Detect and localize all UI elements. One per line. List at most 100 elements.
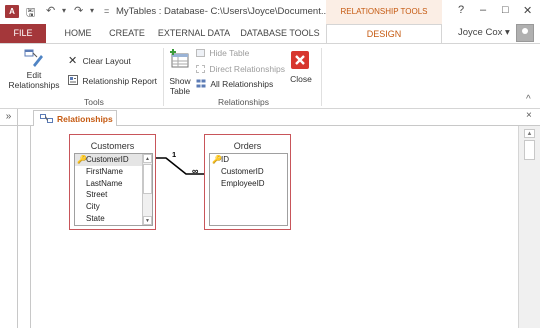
field-item[interactable]: Street <box>75 189 152 201</box>
hide-table-button[interactable]: Hide Table <box>196 48 249 58</box>
field-item[interactable]: 🔑 CustomerID <box>75 154 152 166</box>
report-icon <box>68 75 78 85</box>
contextual-tab-group-label: RELATIONSHIP TOOLS <box>326 0 442 24</box>
field-name: City <box>86 202 100 212</box>
table-title[interactable]: Orders <box>205 141 290 151</box>
close-label: Close <box>290 74 312 84</box>
field-item[interactable]: City <box>75 201 152 213</box>
edit-relationships-icon <box>24 49 43 67</box>
tab-design[interactable]: DESIGN <box>326 24 442 43</box>
close-window-button[interactable]: ✕ <box>523 4 532 17</box>
direct-relationships-button[interactable]: Direct Relationships <box>196 64 285 74</box>
field-name: ID <box>221 155 229 164</box>
tab-home[interactable]: HOME <box>56 24 100 43</box>
field-name: CustomerID <box>221 166 264 176</box>
clear-layout-icon: ✕ <box>68 55 78 67</box>
group-separator <box>163 48 164 106</box>
collapsed-navigation-pane[interactable] <box>0 126 18 328</box>
user-name: Joyce Cox <box>458 27 503 38</box>
relationships-tab-label: Relationships <box>57 114 113 124</box>
relationships-icon <box>40 114 53 123</box>
show-table-icon <box>170 49 189 68</box>
field-name: EmployeeID <box>221 178 265 188</box>
all-relationships-icon <box>196 79 206 88</box>
hide-table-icon <box>196 49 205 57</box>
access-app-icon[interactable]: A <box>5 5 19 18</box>
direct-relationships-label: Direct Relationships <box>209 64 285 74</box>
customers-table-window[interactable]: Customers 🔑 CustomerID FirstName LastName… <box>69 134 156 230</box>
close-document-icon[interactable]: × <box>526 110 532 121</box>
hide-table-label: Hide Table <box>209 48 250 58</box>
scroll-up-icon[interactable]: ▲ <box>143 154 152 163</box>
one-side-label: 1 <box>172 150 177 159</box>
relationships-canvas[interactable]: Customers 🔑 CustomerID FirstName LastName… <box>30 126 518 328</box>
scroll-thumb[interactable] <box>143 164 152 194</box>
primary-key-icon: 🔑 <box>77 155 87 164</box>
chevron-down-icon[interactable]: ▾ <box>62 6 66 15</box>
direct-relationships-icon <box>196 65 205 73</box>
field-item[interactable]: FirstName <box>75 166 152 178</box>
all-relationships-label: All Relationships <box>210 79 274 89</box>
help-button[interactable]: ? <box>458 4 464 16</box>
field-name: CustomerID <box>86 155 129 164</box>
group-separator <box>321 48 322 106</box>
relationship-report-button[interactable]: Relationship Report <box>68 75 157 86</box>
edit-relationships-label-2: Relationships <box>8 80 60 90</box>
redo-icon[interactable]: ↷ <box>74 4 83 17</box>
canvas-vertical-scrollbar[interactable]: ▲ <box>518 126 540 328</box>
field-item[interactable]: CustomerID <box>210 166 287 178</box>
field-name: State <box>86 213 105 223</box>
many-side-label: ∞ <box>192 166 199 176</box>
chevron-down-icon: ▾ <box>505 27 510 38</box>
undo-icon[interactable]: ↶ <box>46 4 55 17</box>
field-item[interactable]: State <box>75 213 152 225</box>
tools-group-label: Tools <box>84 97 104 107</box>
relationships-document-tab[interactable]: Relationships <box>33 110 117 126</box>
field-name: Street <box>86 190 108 200</box>
scroll-down-icon[interactable]: ▼ <box>143 216 152 225</box>
chevron-down-icon[interactable]: ▾ <box>90 6 94 15</box>
tab-file[interactable]: FILE <box>0 24 46 43</box>
ribbon-tab-bar: FILE HOME CREATE EXTERNAL DATA DATABASE … <box>0 24 540 43</box>
relationships-group-label: Relationships <box>218 97 270 107</box>
minimize-button[interactable]: – <box>480 4 486 16</box>
field-list-scrollbar[interactable]: ▲ ▼ <box>142 154 152 225</box>
show-table-button[interactable]: Show Table <box>166 47 194 96</box>
clear-layout-button[interactable]: ✕ Clear Layout <box>68 54 131 67</box>
show-table-label-2: Table <box>169 86 191 96</box>
collapse-ribbon-icon[interactable]: ^ <box>526 94 531 105</box>
field-list[interactable]: 🔑 CustomerID FirstName LastName Street Ci… <box>74 153 153 226</box>
restore-button[interactable]: □ <box>502 4 509 16</box>
navigation-pane-toggle[interactable]: » <box>0 109 18 126</box>
scroll-thumb[interactable] <box>524 140 535 160</box>
clear-layout-label: Clear Layout <box>82 56 131 66</box>
field-name: FirstName <box>86 166 123 176</box>
tab-create[interactable]: CREATE <box>104 24 150 43</box>
avatar[interactable] <box>516 24 534 42</box>
save-icon[interactable]: 🖫 <box>26 4 35 23</box>
field-list[interactable]: 🔑 ID CustomerID EmployeeID <box>209 153 288 226</box>
edit-relationships-button[interactable]: Edit Relationships <box>6 47 62 95</box>
field-item[interactable]: EmployeeID <box>210 178 287 190</box>
edit-relationships-label-1: Edit <box>26 70 42 80</box>
document-tab-bar: » Relationships × <box>0 109 540 126</box>
user-account[interactable]: Joyce Cox ▾ <box>458 27 510 38</box>
tab-database-tools[interactable]: DATABASE TOOLS <box>238 24 322 43</box>
field-item[interactable]: LastName <box>75 178 152 190</box>
primary-key-icon: 🔑 <box>212 155 222 164</box>
field-name: LastName <box>86 178 123 188</box>
title-bar: A 🖫 ↶ ▾ ↷ ▾ = MyTables : Database- C:\Us… <box>0 0 540 24</box>
ribbon: Edit Relationships ✕ Clear Layout Relati… <box>0 43 540 109</box>
window-title: MyTables : Database- C:\Users\Joyce\Docu… <box>116 6 329 17</box>
show-table-label-1: Show <box>169 76 191 86</box>
close-icon <box>291 51 309 69</box>
close-relationships-button[interactable]: Close <box>286 47 316 95</box>
tab-external-data[interactable]: EXTERNAL DATA <box>154 24 234 43</box>
all-relationships-button[interactable]: All Relationships <box>196 79 273 89</box>
customize-qat-button[interactable]: = <box>104 6 109 16</box>
scroll-up-icon[interactable]: ▲ <box>524 129 535 138</box>
relationship-report-label: Relationship Report <box>82 76 158 86</box>
table-title[interactable]: Customers <box>70 141 155 151</box>
orders-table-window[interactable]: Orders 🔑 ID CustomerID EmployeeID <box>204 134 291 230</box>
field-item[interactable]: 🔑 ID <box>210 154 287 166</box>
